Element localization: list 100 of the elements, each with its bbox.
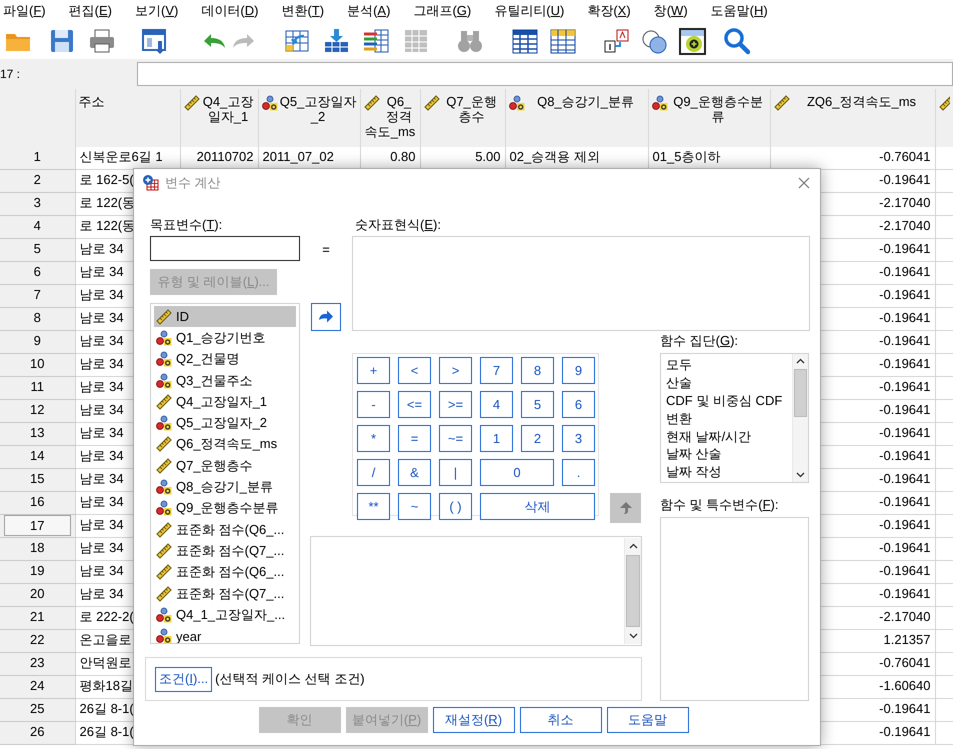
menu-item[interactable]: 편집(E): [68, 0, 113, 22]
table-cell: 남로 34: [80, 563, 124, 578]
list-item[interactable]: 모두: [666, 356, 787, 374]
list-item[interactable]: CDF 및 비중심 CDF: [666, 392, 787, 410]
variables-icon[interactable]: [362, 26, 390, 54]
keypad-key[interactable]: 3: [562, 425, 595, 452]
menu-item[interactable]: 분석(A): [346, 0, 392, 22]
keypad-key[interactable]: 7: [480, 357, 513, 384]
keypad-key[interactable]: 9: [562, 357, 595, 384]
condition-button[interactable]: 조건(I)...: [155, 666, 212, 692]
menu-item[interactable]: 확장(X): [586, 0, 632, 22]
variable-item[interactable]: Q4_1_고장일자_...: [154, 604, 296, 626]
plus-icon[interactable]: [678, 26, 706, 54]
keypad-key[interactable]: 1: [480, 425, 513, 452]
dialog-icon[interactable]: [140, 26, 168, 54]
menu-item[interactable]: 창(W): [652, 0, 689, 22]
scrollbar[interactable]: [792, 354, 808, 482]
table-cell: 로 222-2(: [80, 609, 134, 624]
keypad-key[interactable]: ~=: [439, 425, 472, 452]
keypad-key[interactable]: 2: [521, 425, 554, 452]
variable-item[interactable]: Q4_고장일자_1: [154, 391, 296, 412]
keypad-key[interactable]: |: [439, 459, 472, 486]
variable-item[interactable]: Q7_운행층수: [154, 455, 296, 476]
list-item[interactable]: 날짜 작성: [666, 463, 787, 482]
keypad-key[interactable]: 4: [480, 391, 513, 418]
keypad-key[interactable]: +: [357, 357, 390, 384]
keypad-key[interactable]: ( ): [439, 493, 472, 520]
field-label: 목표변수(T):: [150, 216, 224, 234]
table-cell: -0.19641: [879, 448, 930, 463]
menu-item[interactable]: 유틸리티(U): [493, 0, 566, 22]
scroll-down-icon[interactable]: [796, 470, 805, 479]
keypad-key[interactable]: 8: [521, 357, 554, 384]
keypad-key[interactable]: 6: [562, 391, 595, 418]
variable-item[interactable]: year: [154, 625, 296, 643]
list-item[interactable]: 현재 날짜/시간: [666, 428, 787, 446]
keypad-key[interactable]: >: [439, 357, 472, 384]
search-icon[interactable]: [722, 26, 750, 54]
keypad-key[interactable]: 0: [480, 459, 554, 486]
menu-item[interactable]: 데이터(D): [200, 0, 260, 22]
download-table-icon[interactable]: [322, 26, 350, 54]
variable-item[interactable]: Q6_정격속도_ms: [154, 434, 296, 456]
keypad-key[interactable]: >=: [439, 391, 472, 418]
close-icon[interactable]: [798, 176, 810, 188]
balls-icon: [156, 415, 172, 432]
variable-item[interactable]: Q8_승강기_분류: [154, 476, 296, 498]
value-labels-icon[interactable]: [602, 26, 630, 54]
variable-item[interactable]: Q5_고장일자_2: [154, 412, 296, 434]
variable-item[interactable]: 표준화 점수(Q6_...: [154, 562, 296, 583]
scrollbar[interactable]: [624, 538, 641, 644]
scroll-up-icon[interactable]: [628, 542, 638, 551]
table-icon[interactable]: [548, 26, 576, 54]
menu-item[interactable]: 보기(V): [134, 0, 180, 22]
scroll-up-icon[interactable]: [796, 357, 805, 366]
function-group-list[interactable]: 모두 산술 CDF 및 비중심 CDF 변환 현재 날짜/시간 날짜 산술 날짜 작성: [660, 353, 809, 483]
keypad-key[interactable]: &: [398, 459, 431, 486]
keypad-key[interactable]: 5: [521, 391, 554, 418]
variable-item[interactable]: Q3_건물주소: [154, 370, 296, 392]
table-cell: 남로 34: [80, 494, 124, 509]
menu-item[interactable]: 파일(F): [2, 0, 47, 22]
variable-item[interactable]: Q1_승강기번호: [154, 327, 296, 349]
menu-item[interactable]: 도움말(H): [710, 0, 769, 22]
dialog-button[interactable]: 재설정(R): [432, 707, 514, 733]
dialog-button[interactable]: 도움말: [606, 707, 688, 733]
keypad-key[interactable]: 삭제: [480, 493, 595, 520]
keypad-key[interactable]: *: [357, 425, 390, 452]
balls-icon: [262, 95, 278, 111]
variable-item[interactable]: ID: [154, 306, 296, 328]
dialog-button[interactable]: 취소: [520, 707, 602, 733]
cell-value-field[interactable]: [137, 62, 953, 86]
menu-item[interactable]: 그래프(G): [412, 0, 472, 22]
keypad-key[interactable]: /: [357, 459, 390, 486]
list-item[interactable]: 변환: [666, 410, 787, 428]
list-item[interactable]: 날짜 산술: [666, 445, 787, 464]
keypad-key[interactable]: **: [357, 493, 390, 520]
target-variable-field[interactable]: [150, 236, 300, 261]
table-cell: 남로 34: [80, 540, 124, 555]
keypad-key[interactable]: -: [357, 391, 390, 418]
keypad-key[interactable]: .: [562, 459, 595, 486]
keypad-key[interactable]: <=: [398, 391, 431, 418]
scroll-down-icon[interactable]: [628, 631, 638, 640]
keypad-key[interactable]: ~: [398, 493, 431, 520]
row-number[interactable]: 17: [4, 515, 70, 536]
variable-item[interactable]: 표준화 점수(Q7_...: [154, 540, 296, 562]
table-cell: 남로 34: [80, 517, 124, 532]
keypad-key[interactable]: <: [398, 357, 431, 384]
expression-field[interactable]: [352, 236, 810, 331]
variable-item[interactable]: Q9_운행층수분류: [154, 498, 296, 519]
variable-list[interactable]: ID Q1_승강기번호 Q2_건물명 Q3_건물주소 Q4_고장일자_1 Q5_고장일자_2 Q6_정격속도_ms Q7_운행층수 Q8_승강기_분류 Q9_운행층수분류 표준화 점수(Q6_... 표준화 점수(Q7_... 표준화 점수(Q6_... 표준화 점수(Q7_... Q4_1_고장일자_... year: [150, 303, 300, 644]
menu-item[interactable]: 변환(T): [280, 0, 326, 22]
variable-item[interactable]: Q2_건물명: [154, 348, 296, 370]
list-item[interactable]: 산술: [666, 374, 787, 392]
table-icon[interactable]: [510, 26, 538, 54]
variable-item[interactable]: 표준화 점수(Q6_...: [154, 518, 296, 540]
table-cell: 02_승객용 제외: [510, 149, 600, 164]
move-arrow-button[interactable]: [311, 303, 341, 331]
table-cell: -2.17040: [879, 218, 930, 233]
field-label: 숫자표현식(E):: [355, 216, 442, 234]
printer-icon[interactable]: [88, 26, 116, 54]
keypad-key[interactable]: =: [398, 425, 431, 452]
variable-item[interactable]: 표준화 점수(Q7_...: [154, 582, 296, 604]
